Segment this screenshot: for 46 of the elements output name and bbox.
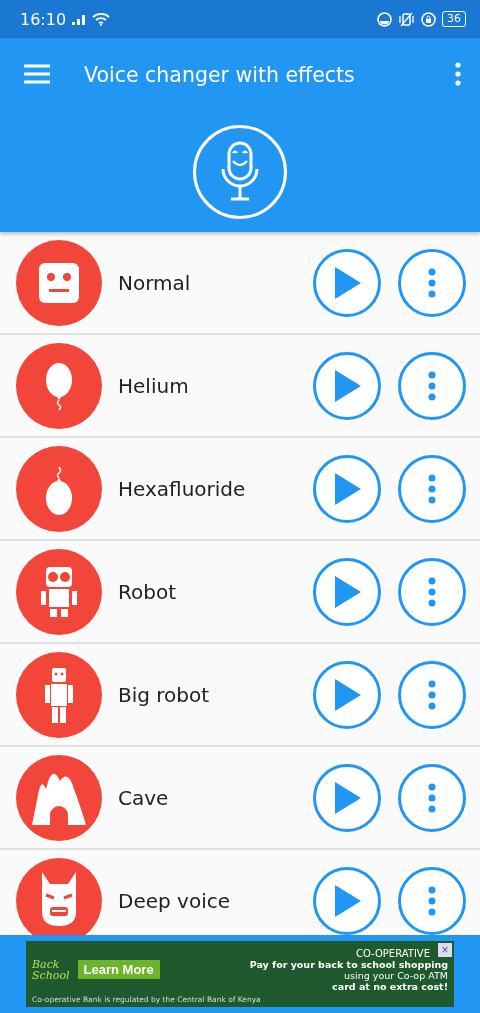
effect-name: Cave (118, 785, 170, 810)
record-button[interactable] (193, 125, 287, 219)
more-options-button[interactable] (454, 61, 462, 89)
close-ad-button[interactable]: × (438, 943, 452, 957)
heavy-balloon-icon (16, 445, 102, 532)
menu-button[interactable] (24, 63, 50, 87)
wifi-icon (92, 12, 111, 26)
signal-icon (72, 13, 87, 25)
more-options-icon (428, 885, 436, 916)
effect-name: Helium (118, 373, 190, 398)
app-notification-icon (377, 11, 392, 27)
play-icon (332, 883, 362, 918)
battery-icon: 36 (442, 11, 466, 27)
effect-name: Robot (118, 579, 177, 604)
lock-icon (421, 11, 436, 27)
cave-icon (16, 754, 102, 841)
play-icon (332, 574, 362, 609)
ad-text: using your Co-op ATM (344, 969, 448, 981)
more-options-icon (428, 679, 436, 710)
effect-name: Normal (118, 270, 192, 295)
more-options-icon (428, 576, 436, 607)
clock: 16:10 (20, 9, 67, 29)
robot-face-icon (16, 239, 102, 326)
robot-icon (16, 651, 102, 738)
play-icon (332, 780, 362, 815)
play-icon (332, 677, 362, 712)
app-title: Voice changer with effects (84, 63, 356, 87)
play-icon (332, 265, 362, 300)
effect-name: Deep voice (118, 888, 231, 913)
brand-name: CO-OPERATIVE (355, 947, 430, 959)
balloon-icon (16, 342, 102, 429)
logo-text: School (32, 969, 70, 981)
more-options-icon (428, 782, 436, 813)
more-options-icon (428, 267, 436, 298)
microphone-icon (220, 141, 260, 203)
play-icon (332, 368, 362, 403)
robot-icon (16, 548, 102, 635)
effect-name: Hexafluoride (118, 476, 247, 501)
ad-text: card at no extra cost! (332, 980, 448, 992)
logo-text: Back (32, 958, 61, 970)
ad-headline: Pay for your back to school shopping (249, 958, 448, 970)
more-options-icon (428, 370, 436, 401)
more-options-icon (428, 473, 436, 504)
vibrate-icon (398, 11, 415, 27)
play-icon (332, 471, 362, 506)
effect-name: Big robot (118, 682, 211, 707)
